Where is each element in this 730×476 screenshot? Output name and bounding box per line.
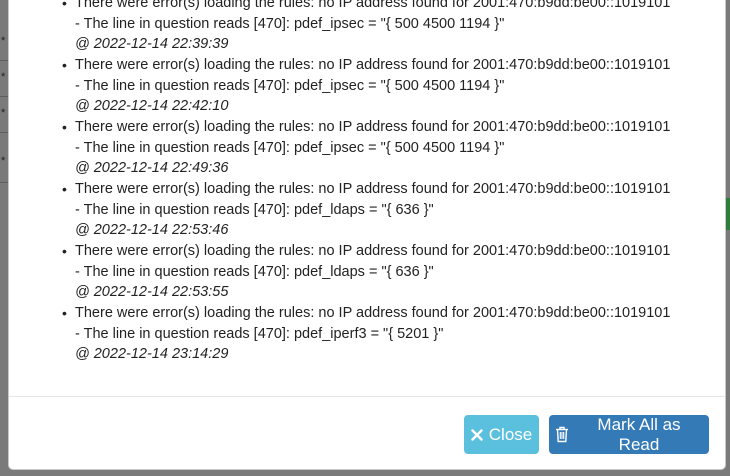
background-divider <box>0 60 8 61</box>
error-detail: - The line in question reads [470]: pdef… <box>75 201 434 218</box>
error-message: There were error(s) loading the rules: n… <box>75 181 671 197</box>
bullet-icon: • <box>62 243 67 259</box>
error-detail: - The line in question reads [470]: pdef… <box>75 15 505 32</box>
background-marker: * <box>1 71 6 83</box>
error-timestamp: @ 2022-12-14 22:53:46 <box>75 222 229 239</box>
error-timestamp: @ 2022-12-14 22:42:10 <box>75 98 229 115</box>
error-detail: - The line in question reads [470]: pdef… <box>75 139 505 156</box>
background-marker: * <box>1 155 6 167</box>
list-item: • There were error(s) loading the rules:… <box>62 241 725 303</box>
error-timestamp: @ 2022-12-14 22:49:36 <box>75 160 229 177</box>
mark-all-read-button[interactable]: Mark All as Read <box>549 415 709 454</box>
error-timestamp: @ 2022-12-14 23:14:29 <box>75 346 229 363</box>
modal-body[interactable]: • There were error(s) loading the rules:… <box>9 0 725 396</box>
list-item: • There were error(s) loading the rules:… <box>62 117 725 179</box>
close-button[interactable]: Close <box>464 415 539 454</box>
error-detail: - The line in question reads [470]: pdef… <box>75 77 505 94</box>
list-item: • There were error(s) loading the rules:… <box>62 55 725 117</box>
error-detail: - The line in question reads [470]: pdef… <box>75 263 434 280</box>
background-divider <box>0 182 8 183</box>
bullet-icon: • <box>62 119 67 135</box>
bullet-icon: • <box>62 181 67 197</box>
error-list: • There were error(s) loading the rules:… <box>9 0 725 365</box>
error-message: There were error(s) loading the rules: n… <box>75 119 671 135</box>
mark-all-read-label: Mark All as Read <box>597 414 681 454</box>
list-item: • There were error(s) loading the rules:… <box>62 179 725 241</box>
list-item: • There were error(s) loading the rules:… <box>62 0 725 55</box>
error-message: There were error(s) loading the rules: n… <box>75 243 671 259</box>
bullet-icon: • <box>62 305 67 321</box>
error-message: There were error(s) loading the rules: n… <box>75 0 671 11</box>
bullet-icon: • <box>62 0 67 11</box>
error-message: There were error(s) loading the rules: n… <box>75 57 671 73</box>
notices-modal: • There were error(s) loading the rules:… <box>8 0 726 470</box>
background-marker: * <box>1 107 6 119</box>
background-green-edge <box>726 198 730 230</box>
list-item: • There were error(s) loading the rules:… <box>62 303 725 365</box>
close-x-icon <box>471 428 483 441</box>
trash-icon <box>555 426 569 443</box>
error-timestamp: @ 2022-12-14 22:39:39 <box>75 36 229 53</box>
error-detail: - The line in question reads [470]: pdef… <box>75 325 444 342</box>
error-timestamp: @ 2022-12-14 22:53:55 <box>75 284 229 301</box>
modal-footer: Close Mark All as Read <box>9 396 725 469</box>
close-button-label: Close <box>488 424 533 444</box>
bullet-icon: • <box>62 57 67 73</box>
background-divider <box>0 132 8 133</box>
background-divider <box>0 96 8 97</box>
background-marker: * <box>1 35 6 47</box>
error-message: There were error(s) loading the rules: n… <box>75 305 671 321</box>
